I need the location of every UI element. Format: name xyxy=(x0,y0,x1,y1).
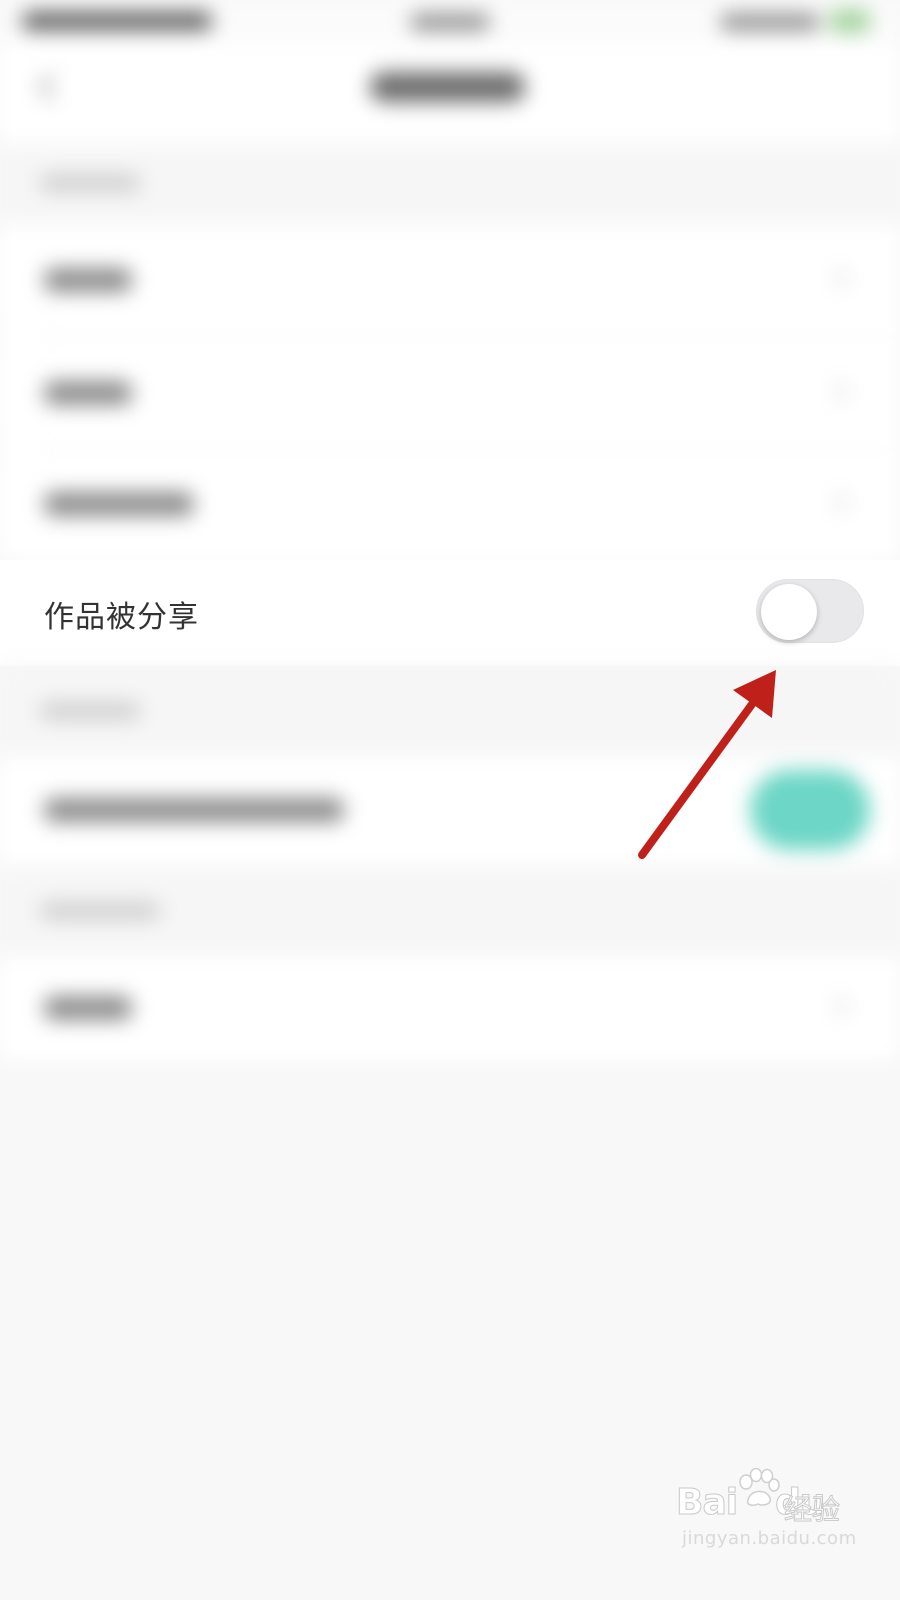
section-header-1 xyxy=(0,144,900,224)
settings-row-2[interactable] xyxy=(0,337,900,449)
section-header-2 xyxy=(0,666,900,756)
watermark-jingyan: 经验 xyxy=(783,1493,841,1527)
status-bar xyxy=(0,0,900,44)
chevron-right-icon xyxy=(828,268,850,290)
section-header-3 xyxy=(0,866,900,956)
settings-row-1[interactable] xyxy=(0,224,900,336)
share-toggle[interactable] xyxy=(756,579,864,643)
page-title xyxy=(370,72,525,102)
toggle-knob xyxy=(761,584,817,640)
watermark-url: jingyan.baidu.com xyxy=(682,1528,857,1549)
chevron-right-icon xyxy=(828,492,850,514)
baidu-jingyan-watermark: Bai du 经验 jingyan.baidu.com xyxy=(675,1468,856,1558)
share-row-label: 作品被分享 xyxy=(44,600,199,635)
chevron-right-icon xyxy=(828,996,850,1018)
chevron-right-icon xyxy=(828,381,850,403)
enabled-toggle[interactable] xyxy=(750,770,870,850)
settings-row-3[interactable] xyxy=(0,450,900,560)
chevron-left-icon[interactable] xyxy=(36,74,62,104)
status-right xyxy=(720,14,820,30)
settings-row-5[interactable] xyxy=(0,956,900,1060)
battery-icon xyxy=(830,10,870,32)
status-left xyxy=(22,12,212,30)
settings-screen: 作品被分享 Bai du 经验 jingyan.baidu.com xyxy=(0,0,900,1600)
status-time xyxy=(410,14,490,30)
